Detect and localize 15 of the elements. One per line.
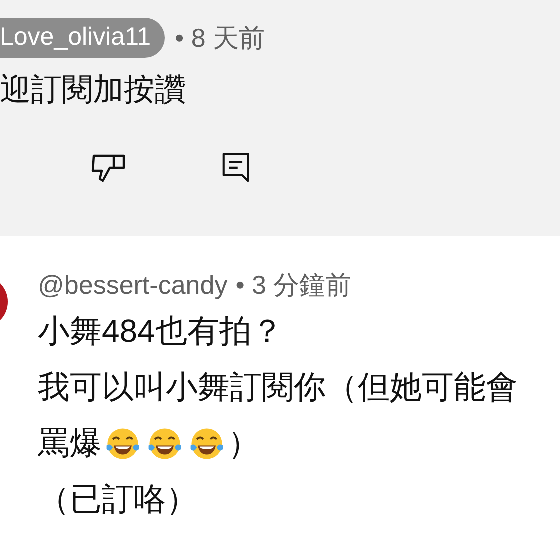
reply-icon[interactable] (222, 152, 250, 184)
comment-time: • 3 分鐘前 (236, 268, 352, 302)
laughing-face-icon (147, 426, 183, 462)
comment-time: • 8 天前 (175, 22, 266, 54)
laughing-face-icon (105, 426, 141, 462)
author-chip[interactable]: Love_olivia11 (0, 18, 166, 58)
comment-text: ） (228, 424, 260, 463)
comment-text: 小舞484也有拍？ (38, 312, 284, 351)
laughing-face-icon (189, 426, 225, 462)
dislike-icon[interactable] (90, 152, 126, 184)
comment-text: 迎訂閱加按讚 (0, 71, 187, 109)
comment-author[interactable]: @bessert-candy (38, 270, 228, 300)
comment-text: 罵爆 (38, 424, 102, 463)
comment-text: （已訂咯） (38, 480, 198, 519)
comment-text: 我可以叫小舞訂閱你（但她可能會 (38, 368, 518, 407)
